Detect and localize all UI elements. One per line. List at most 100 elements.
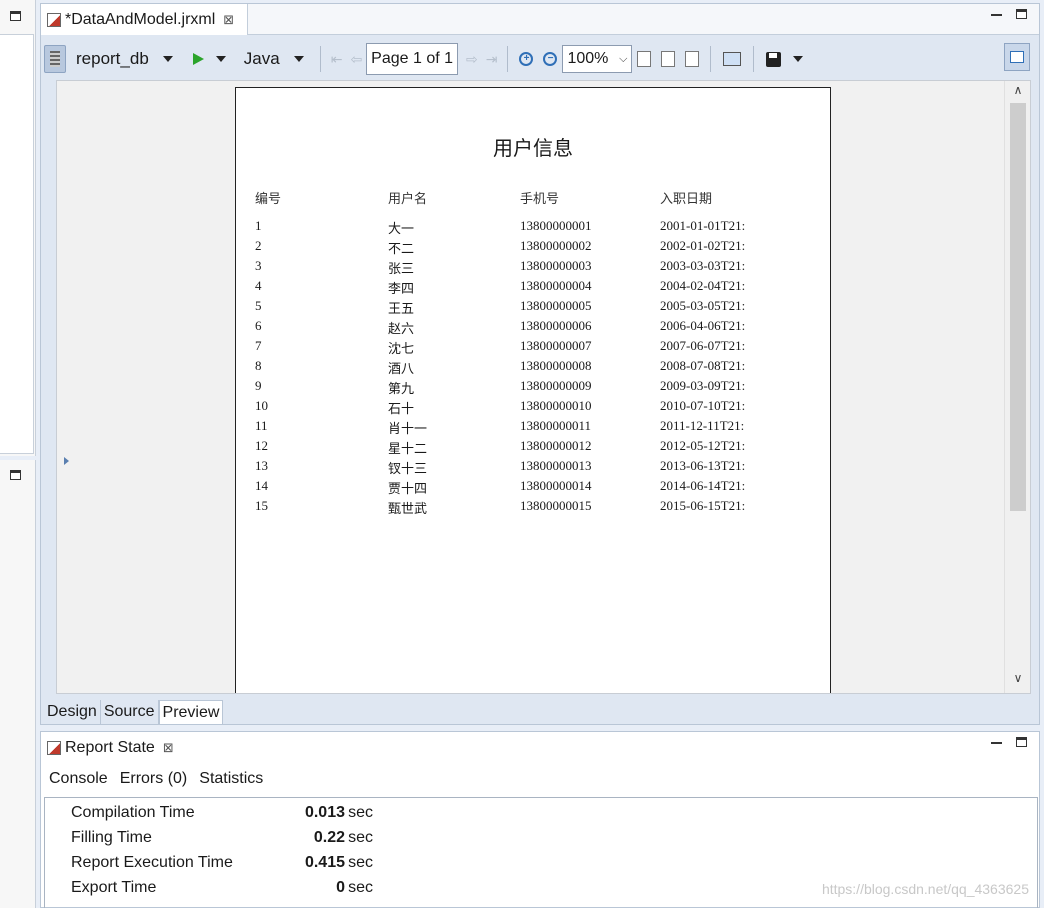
last-page-icon[interactable]: ⇥ bbox=[486, 51, 498, 68]
cell-hire-date: 2008-07-08T21: bbox=[660, 358, 746, 373]
chevron-down-icon bbox=[293, 56, 304, 62]
cell-hire-date: 2014-06-14T21: bbox=[660, 478, 746, 493]
cell-phone: 13800000005 bbox=[520, 298, 592, 313]
scroll-up-icon[interactable]: ∧ bbox=[1005, 83, 1030, 103]
left-view-stack-bottom bbox=[0, 460, 36, 908]
table-row: 9 第九 13800000009 2009-03-09T21: bbox=[236, 378, 830, 398]
first-page-icon[interactable]: ⇤ bbox=[331, 51, 343, 68]
chevron-down-icon[interactable] bbox=[793, 56, 804, 62]
tab-console[interactable]: Console bbox=[49, 770, 108, 788]
cell-phone: 13800000014 bbox=[520, 478, 592, 493]
chevron-down-icon: ⌵ bbox=[619, 52, 628, 65]
stat-row: Filling Time 0.22 sec bbox=[71, 829, 391, 854]
expand-side-icon[interactable] bbox=[64, 457, 69, 465]
report-state-icon bbox=[47, 741, 61, 755]
tab-source[interactable]: Source bbox=[101, 700, 159, 724]
cell-id: 3 bbox=[255, 258, 262, 273]
zoom-select[interactable]: 100% ⌵ bbox=[562, 45, 633, 73]
datasource-icon[interactable] bbox=[44, 45, 66, 73]
cell-id: 7 bbox=[255, 338, 262, 353]
cell-phone: 13800000009 bbox=[520, 378, 592, 393]
cell-username: 张三 bbox=[388, 261, 415, 276]
tab-design[interactable]: Design bbox=[44, 700, 101, 724]
table-row: 3 张三 13800000003 2003-03-03T21: bbox=[236, 258, 830, 278]
maximize-icon[interactable] bbox=[1016, 9, 1027, 19]
cell-phone: 13800000007 bbox=[520, 338, 592, 353]
tab-errors[interactable]: Errors (0) bbox=[120, 770, 188, 788]
cell-hire-date: 2010-07-10T21: bbox=[660, 398, 746, 413]
cell-hire-date: 2007-06-07T21: bbox=[660, 338, 746, 353]
cell-id: 1 bbox=[255, 218, 262, 233]
cell-username: 星十二 bbox=[388, 441, 428, 456]
datasource-select[interactable]: report_db bbox=[66, 44, 183, 74]
table-row: 2 不二 13800000002 2002-01-02T21: bbox=[236, 238, 830, 258]
cell-id: 2 bbox=[255, 238, 262, 253]
cell-phone: 13800000001 bbox=[520, 218, 592, 233]
editor-tab[interactable]: *DataAndModel.jrxml ⊠ bbox=[41, 4, 248, 35]
datasource-label: report_db bbox=[76, 49, 149, 68]
page-indicator[interactable]: Page 1 of 1 bbox=[366, 43, 459, 75]
vertical-scrollbar[interactable]: ∧ ∨ bbox=[1004, 81, 1030, 693]
cell-username: 酒八 bbox=[388, 361, 415, 376]
report-editor: *DataAndModel.jrxml ⊠ report_db Java ⇤ ⇦… bbox=[40, 3, 1040, 725]
minimize-icon[interactable] bbox=[991, 742, 1002, 744]
cell-id: 13 bbox=[255, 458, 268, 473]
cell-hire-date: 2011-12-11T21: bbox=[660, 418, 745, 433]
maximize-icon[interactable] bbox=[1016, 737, 1027, 747]
maximize-icon[interactable] bbox=[10, 11, 21, 21]
jrxml-file-icon bbox=[47, 12, 61, 27]
toolbar-separator bbox=[507, 46, 509, 72]
editor-tab-bar: *DataAndModel.jrxml ⊠ bbox=[41, 4, 1039, 35]
close-icon[interactable]: ⊠ bbox=[223, 12, 234, 28]
table-row: 10 石十 13800000010 2010-07-10T21: bbox=[236, 398, 830, 418]
watermark: https://blog.csdn.net/qq_4363625 bbox=[821, 881, 1029, 897]
tab-preview[interactable]: Preview bbox=[158, 700, 224, 724]
zoom-in-icon[interactable]: + bbox=[519, 52, 534, 66]
editor-window-controls bbox=[991, 9, 1027, 19]
toggle-view-button[interactable] bbox=[1004, 43, 1030, 71]
stat-value: 0 bbox=[336, 879, 345, 896]
report-state-title: Report State bbox=[65, 739, 155, 756]
report-rows: 1 大一 13800000001 2001-01-01T21: 2 不二 138000000… bbox=[236, 218, 830, 518]
language-select[interactable]: Java bbox=[236, 44, 314, 74]
cell-username: 肖十一 bbox=[388, 421, 428, 436]
maximize-icon[interactable] bbox=[10, 470, 21, 480]
close-icon[interactable]: ⊠ bbox=[163, 740, 174, 756]
cell-username: 大一 bbox=[388, 221, 415, 236]
cell-username: 贾十四 bbox=[388, 481, 428, 496]
report-state-subtabs: Console Errors (0) Statistics bbox=[49, 770, 263, 788]
fit-width-icon[interactable] bbox=[661, 51, 676, 67]
run-report-button[interactable] bbox=[183, 44, 236, 74]
table-row: 12 星十二 13800000012 2012-05-12T21: bbox=[236, 438, 830, 458]
minimize-icon[interactable] bbox=[991, 14, 1002, 16]
table-row: 6 赵六 13800000006 2006-04-06T21: bbox=[236, 318, 830, 338]
stat-unit: sec bbox=[348, 804, 373, 821]
tab-statistics[interactable]: Statistics bbox=[199, 770, 263, 788]
scroll-thumb[interactable] bbox=[1010, 103, 1026, 511]
cell-phone: 13800000011 bbox=[520, 418, 592, 433]
chevron-down-icon bbox=[162, 56, 173, 62]
table-row: 1 大一 13800000001 2001-01-01T21: bbox=[236, 218, 830, 238]
next-page-icon[interactable]: ⇨ bbox=[466, 51, 478, 68]
state-window-controls bbox=[991, 737, 1027, 747]
scroll-down-icon[interactable]: ∨ bbox=[1005, 671, 1030, 691]
column-header-phone: 手机号 bbox=[520, 192, 560, 207]
editor-mode-tabs: Design Source Preview bbox=[44, 700, 224, 724]
language-label: Java bbox=[243, 49, 280, 68]
save-icon[interactable] bbox=[766, 51, 782, 67]
cell-phone: 13800000004 bbox=[520, 278, 592, 293]
previous-page-icon[interactable]: ⇦ bbox=[350, 51, 362, 68]
export-icon[interactable] bbox=[723, 52, 742, 66]
stat-row: Compilation Time 0.013 sec bbox=[71, 804, 391, 829]
fit-page-icon[interactable] bbox=[637, 51, 652, 67]
cell-phone: 13800000015 bbox=[520, 498, 592, 513]
report-state-tab[interactable]: Report State ⊠ bbox=[41, 732, 174, 764]
cell-phone: 13800000008 bbox=[520, 358, 592, 373]
actual-size-icon[interactable] bbox=[685, 51, 700, 67]
stat-label: Report Execution Time bbox=[71, 854, 233, 871]
stat-unit: sec bbox=[348, 829, 373, 846]
zoom-out-icon[interactable]: − bbox=[543, 52, 558, 66]
cell-id: 12 bbox=[255, 438, 268, 453]
cell-id: 10 bbox=[255, 398, 268, 413]
cell-hire-date: 2005-03-05T21: bbox=[660, 298, 746, 313]
